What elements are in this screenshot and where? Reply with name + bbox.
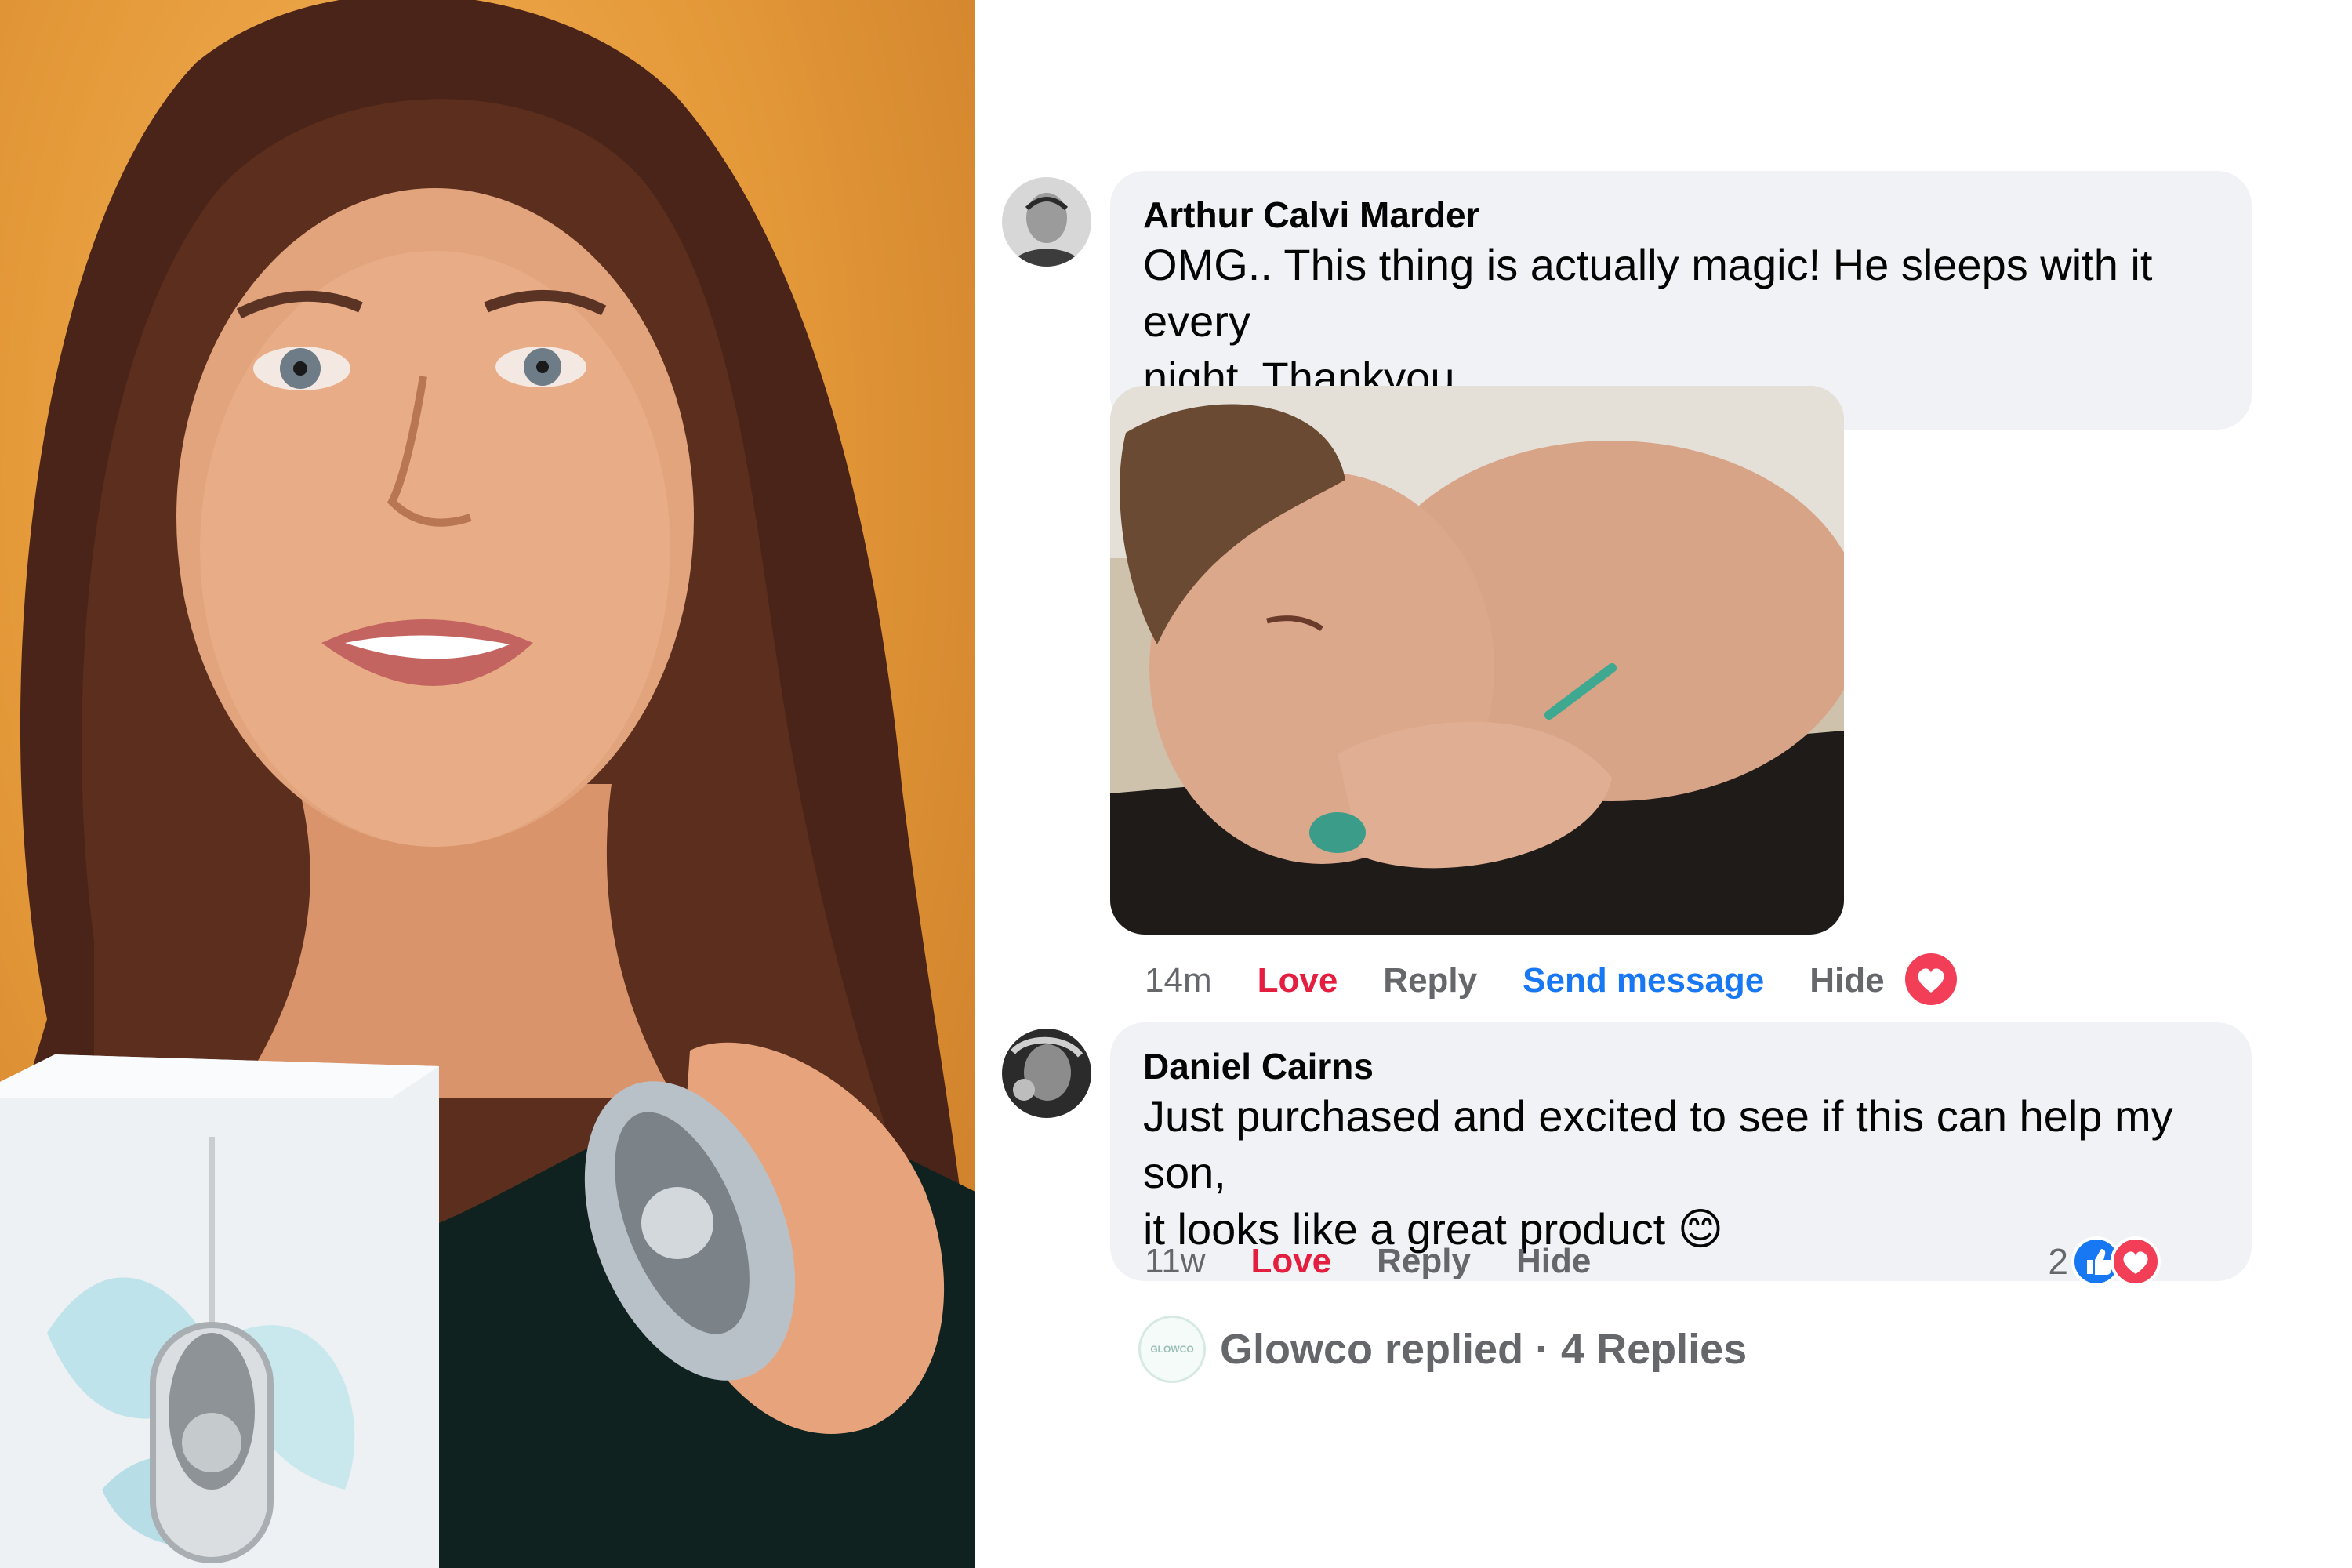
commenter-avatar[interactable] xyxy=(1002,1029,1091,1118)
smiling-emoji-icon: 😊 xyxy=(1677,1204,1724,1254)
comment-timestamp[interactable]: 14m xyxy=(1145,961,1212,1000)
avatar-logo-text: GLOWCO xyxy=(1150,1344,1194,1355)
love-button[interactable]: Love xyxy=(1250,1242,1331,1281)
product-photo xyxy=(0,0,975,1568)
reaction-summary[interactable]: 2 xyxy=(2048,1234,2161,1289)
comment-author[interactable]: Daniel Cairns xyxy=(1143,1044,2219,1088)
glowco-avatar: GLOWCO xyxy=(1138,1316,1206,1383)
comment-text-line: Just purchased and excited to see if thi… xyxy=(1143,1091,2173,1197)
reply-button[interactable]: Reply xyxy=(1377,1242,1471,1281)
replies-label[interactable]: Glowco replied · 4 Replies xyxy=(1220,1325,1747,1374)
send-message-button[interactable]: Send message xyxy=(1523,961,1764,1000)
heart-icon xyxy=(2111,1236,2161,1287)
hide-button[interactable]: Hide xyxy=(1516,1242,1591,1281)
comment-author[interactable]: Arthur Calvi Marder xyxy=(1143,193,2219,237)
comment-text-line: OMG.. This thing is actually magic! He s… xyxy=(1143,240,2153,346)
comment-attached-photo[interactable] xyxy=(1110,386,1844,935)
commenter-avatar[interactable] xyxy=(1002,177,1091,267)
comment-timestamp[interactable]: 11w xyxy=(1145,1242,1205,1281)
view-replies-link[interactable]: GLOWCO Glowco replied · 4 Replies xyxy=(1138,1314,1747,1385)
reply-button[interactable]: Reply xyxy=(1383,961,1477,1000)
comment-actions: 14m Love Reply Send message Hide xyxy=(1145,953,1930,1008)
comments-section: Arthur Calvi Marder OMG.. This thing is … xyxy=(975,0,2352,1568)
hide-button[interactable]: Hide xyxy=(1809,961,1884,1000)
comment-actions: 11w Love Reply Hide xyxy=(1145,1234,1636,1289)
love-button[interactable]: Love xyxy=(1258,961,1338,1000)
reaction-count: 2 xyxy=(2048,1241,2068,1282)
heart-icon[interactable] xyxy=(1904,952,1958,1011)
